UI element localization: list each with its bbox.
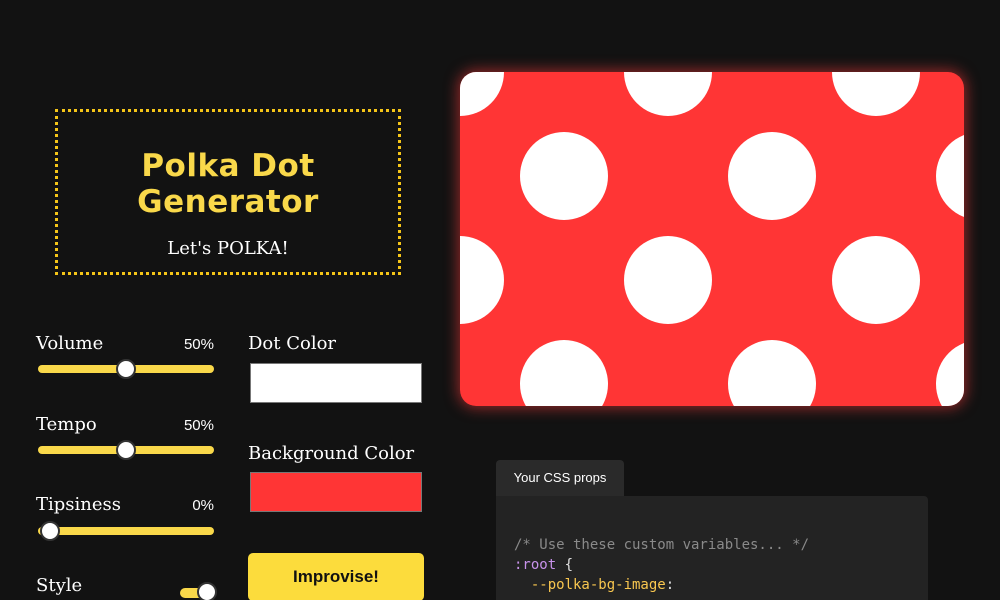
title-card: Polka Dot Generator Let's POLKA!: [55, 109, 401, 275]
tipsiness-control: Tipsiness 0%: [36, 494, 214, 541]
tempo-slider-thumb[interactable]: [116, 440, 136, 460]
code-selector: :root: [514, 557, 557, 573]
tipsiness-slider-thumb[interactable]: [40, 521, 60, 541]
polka-dot: [832, 236, 920, 324]
volume-control: Volume 50%: [36, 333, 214, 379]
polka-preview: [460, 72, 964, 406]
style-toggle[interactable]: [180, 582, 217, 600]
code-open-brace: {: [556, 557, 574, 573]
page-title: Polka Dot Generator: [137, 148, 319, 220]
tipsiness-value: 0%: [192, 497, 214, 514]
volume-slider[interactable]: [38, 359, 214, 379]
volume-slider-thumb[interactable]: [116, 359, 136, 379]
polka-preview-canvas: [460, 72, 964, 406]
polka-dot: [728, 132, 816, 220]
code-property: --polka-bg-image: [514, 577, 666, 593]
tempo-control: Tempo 50%: [36, 414, 214, 460]
tempo-slider[interactable]: [38, 440, 214, 460]
tempo-label: Tempo: [36, 414, 97, 435]
polka-dot: [624, 236, 712, 324]
css-props-panel: /* Use these custom variables... */ :roo…: [496, 496, 928, 600]
dot-color-swatch[interactable]: [250, 363, 422, 403]
volume-value: 50%: [183, 336, 214, 353]
tipsiness-slider[interactable]: [38, 521, 214, 541]
volume-label: Volume: [36, 333, 104, 354]
polka-dot: [520, 132, 608, 220]
code-comment: /* Use these custom variables... */: [514, 537, 810, 553]
tempo-value: 50%: [183, 417, 214, 434]
dot-color-label: Dot Color: [248, 333, 337, 354]
page-subtitle: Let's POLKA!: [167, 238, 289, 259]
improvise-button[interactable]: Improvise!: [248, 553, 424, 600]
style-label: Style: [36, 575, 83, 596]
css-props-tab[interactable]: Your CSS props: [496, 460, 624, 496]
code-colon: :: [665, 577, 675, 593]
background-color-swatch[interactable]: [250, 472, 422, 512]
css-code-block: /* Use these custom variables... */ :roo…: [514, 535, 809, 595]
style-toggle-knob[interactable]: [197, 582, 217, 600]
background-color-label: Background Color: [248, 443, 415, 464]
tipsiness-label: Tipsiness: [36, 494, 121, 515]
